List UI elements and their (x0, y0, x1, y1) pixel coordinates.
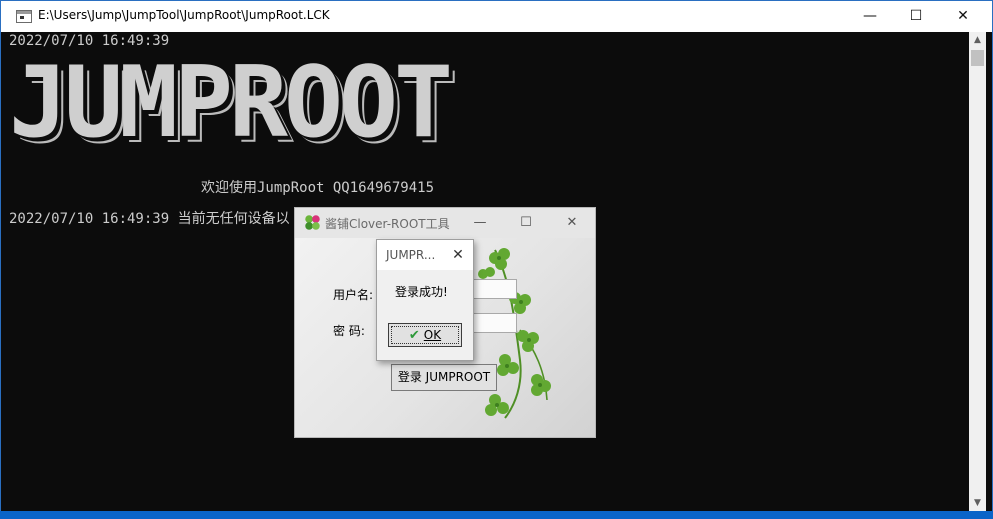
desktop-edge (0, 511, 993, 519)
scroll-down-arrow-icon[interactable]: ▼ (969, 495, 986, 512)
login-message-box: JUMPR... ✕ 登录成功! ✔ OK (376, 239, 474, 361)
login-button[interactable]: 登录 JUMPROOT (391, 364, 497, 391)
close-button[interactable]: ✕ (940, 1, 986, 32)
scroll-up-arrow-icon[interactable]: ▲ (969, 32, 986, 49)
username-label: 用户名: (333, 288, 374, 302)
maximize-button[interactable]: ☐ (893, 1, 939, 32)
minimize-button[interactable]: — (847, 1, 893, 32)
console-app-icon (16, 10, 32, 23)
clover-icon (305, 215, 320, 230)
console-title: E:\Users\Jump\JumpTool\JumpRoot\JumpRoot… (38, 8, 330, 22)
message-close-button[interactable]: ✕ (447, 243, 469, 267)
message-titlebar[interactable]: JUMPR... ✕ (377, 240, 473, 270)
check-icon: ✔ (408, 328, 420, 343)
app-title: 酱铺Clover-ROOT工具 (325, 217, 450, 231)
message-text: 登录成功! (395, 285, 448, 299)
console-titlebar[interactable]: E:\Users\Jump\JumpTool\JumpRoot\JumpRoot… (1, 1, 992, 32)
username-input[interactable] (473, 279, 517, 299)
ok-button[interactable]: ✔ OK (388, 323, 462, 347)
vertical-scrollbar[interactable]: ▲ ▼ (969, 32, 986, 512)
ok-label: OK (423, 328, 442, 342)
password-label: 密 码: (333, 324, 365, 338)
app-titlebar[interactable]: 酱铺Clover-ROOT工具 — ☐ ✕ (295, 208, 595, 238)
scrollbar-thumb[interactable] (971, 50, 984, 66)
message-title: JUMPR... (386, 248, 436, 262)
console-line-welcome: 欢迎使用JumpRoot QQ1649679415 (201, 180, 435, 196)
app-minimize-button[interactable]: — (457, 208, 503, 238)
app-close-button[interactable]: ✕ (549, 208, 595, 238)
app-maximize-button[interactable]: ☐ (503, 208, 549, 238)
jumproot-ascii-banner: JUMPROOT (9, 46, 453, 160)
console-line-status: 2022/07/10 16:49:39 当前无任何设备以 (9, 211, 290, 227)
password-input[interactable] (473, 313, 517, 333)
